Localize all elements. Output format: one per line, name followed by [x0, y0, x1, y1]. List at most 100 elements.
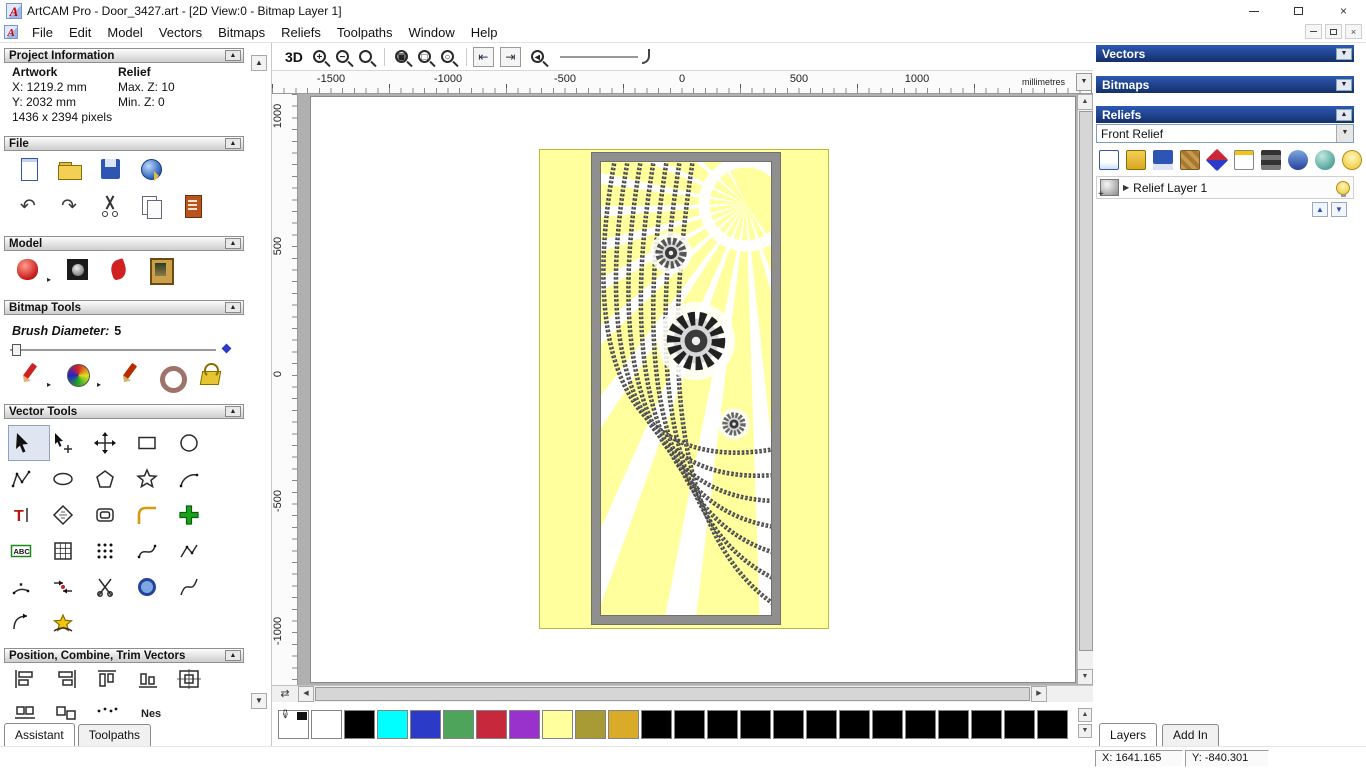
- palette-swatch[interactable]: [509, 710, 540, 739]
- fit-polyline-icon[interactable]: [176, 533, 218, 569]
- align-bottom-icon[interactable]: [135, 668, 161, 690]
- palette-swatch[interactable]: [641, 710, 672, 739]
- trim-vectors-icon[interactable]: [92, 569, 134, 605]
- paint-brush-icon[interactable]: [114, 361, 142, 389]
- rollup-button[interactable]: ▲: [225, 138, 241, 149]
- cut-icon[interactable]: [96, 192, 124, 220]
- eraser-ring-icon[interactable]: [155, 361, 188, 393]
- undo-icon[interactable]: [14, 192, 42, 220]
- block-paste-icon[interactable]: [176, 497, 218, 533]
- snap-right-icon[interactable]: ⇥: [499, 46, 521, 67]
- rollup-button[interactable]: ▲: [225, 50, 241, 61]
- palette-swatch[interactable]: [773, 710, 804, 739]
- fit-arc-icon[interactable]: [8, 569, 50, 605]
- palette-swatch[interactable]: [542, 710, 573, 739]
- save-relief-icon[interactable]: [1153, 150, 1173, 170]
- greyscale-relief-icon[interactable]: [1261, 150, 1281, 170]
- mdi-minimize-button[interactable]: [1305, 24, 1322, 39]
- create-rectangle-icon[interactable]: [134, 425, 176, 461]
- greyscale-from-model-icon[interactable]: [64, 256, 92, 284]
- horizontal-scrollbar[interactable]: ⇄ ◀ ▶: [272, 685, 1093, 702]
- palette-swatch[interactable]: [740, 710, 771, 739]
- relief-selector-dropdown[interactable]: Front Relief ▼: [1096, 124, 1354, 143]
- create-text-icon[interactable]: T: [8, 497, 50, 533]
- open-model-icon[interactable]: [55, 155, 83, 183]
- palette-swatch[interactable]: [707, 710, 738, 739]
- create-circle-icon[interactable]: [176, 425, 218, 461]
- palette-scroll-down-button[interactable]: ▼: [1078, 724, 1092, 738]
- collapse-button[interactable]: ▲: [1336, 108, 1352, 121]
- create-interpolated-icon[interactable]: [134, 569, 176, 605]
- nesting-label[interactable]: Nes: [141, 708, 161, 720]
- tab-assistant[interactable]: Assistant: [4, 723, 75, 746]
- zoom-out-icon[interactable]: [335, 50, 349, 64]
- palette-primary-swatch[interactable]: ✑: [278, 709, 309, 739]
- new-model-icon[interactable]: [14, 155, 42, 183]
- offset-vectors-icon[interactable]: [92, 497, 134, 533]
- select-vectors-icon[interactable]: [8, 425, 50, 461]
- zoom-box-icon[interactable]: [358, 50, 372, 63]
- menu-reliefs[interactable]: Reliefs: [273, 23, 329, 42]
- palette-swatch[interactable]: [905, 710, 936, 739]
- palette-swatch[interactable]: [674, 710, 705, 739]
- create-polygon-icon[interactable]: [92, 461, 134, 497]
- palette-swatch[interactable]: [1037, 710, 1068, 739]
- vertical-scroll-thumb[interactable]: [1079, 111, 1093, 651]
- palette-swatch[interactable]: [311, 710, 342, 739]
- colour-swirl-icon[interactable]: [64, 361, 92, 389]
- palette-swatch[interactable]: [839, 710, 870, 739]
- paste-relief-icon[interactable]: [1234, 150, 1254, 170]
- rollup-button[interactable]: ▲: [225, 302, 241, 313]
- adjust-model-icon[interactable]: [14, 256, 42, 284]
- create-ellipse-icon[interactable]: [50, 461, 92, 497]
- vertical-scrollbar[interactable]: ▲ ▼: [1077, 94, 1093, 685]
- menu-help[interactable]: Help: [463, 23, 506, 42]
- measure-icon[interactable]: [50, 533, 92, 569]
- palette-swatch[interactable]: [377, 710, 408, 739]
- paste-icon[interactable]: [137, 192, 165, 220]
- create-star-icon[interactable]: [134, 461, 176, 497]
- brush-diameter-slider[interactable]: [10, 343, 216, 357]
- rollup-button[interactable]: ▲: [225, 406, 241, 417]
- menu-window[interactable]: Window: [401, 23, 463, 42]
- dropdown-arrow-icon[interactable]: ▼: [1336, 125, 1353, 142]
- align-left-icon[interactable]: [12, 668, 38, 690]
- create-polyline-icon[interactable]: [8, 461, 50, 497]
- fit-spline-icon[interactable]: [176, 569, 218, 605]
- menu-vectors[interactable]: Vectors: [151, 23, 210, 42]
- palette-swatch[interactable]: [1004, 710, 1035, 739]
- palette-swatch[interactable]: [806, 710, 837, 739]
- palette-swatch[interactable]: [872, 710, 903, 739]
- zoom-fit-icon[interactable]: [394, 50, 408, 64]
- vectors-section-header[interactable]: Vectors ▼: [1096, 45, 1354, 62]
- mdi-restore-button[interactable]: [1325, 24, 1342, 39]
- expand-button[interactable]: ▼: [1336, 47, 1352, 60]
- tab-toolpaths[interactable]: Toolpaths: [77, 724, 152, 746]
- model-page[interactable]: [310, 96, 1076, 683]
- align-right-icon[interactable]: [53, 668, 79, 690]
- line-smoothing-slider[interactable]: [559, 55, 638, 58]
- menu-edit[interactable]: Edit: [61, 23, 99, 42]
- expand-button[interactable]: ▼: [1336, 78, 1352, 91]
- create-arc-icon[interactable]: [176, 461, 218, 497]
- transfer-relief-icon[interactable]: [1288, 150, 1308, 170]
- zoom-object-icon[interactable]: [440, 50, 454, 64]
- fillet-vectors-icon[interactable]: [134, 497, 176, 533]
- bitmaps-section-header[interactable]: Bitmaps ▼: [1096, 76, 1354, 93]
- panel-scroll-up-button[interactable]: ▲: [251, 55, 267, 71]
- palette-swatch[interactable]: [608, 710, 639, 739]
- paste-along-icon[interactable]: [53, 703, 79, 721]
- smooth-relief-icon[interactable]: [1315, 150, 1335, 170]
- paste-array-icon[interactable]: [92, 533, 134, 569]
- scroll-left-button[interactable]: ◀: [298, 686, 314, 702]
- new-relief-icon[interactable]: [1099, 150, 1119, 170]
- load-bitmap-icon[interactable]: [146, 256, 175, 285]
- scroll-up-button[interactable]: ▲: [1077, 94, 1093, 110]
- dot-spacing-icon[interactable]: [94, 703, 120, 721]
- flyout-arrow-icon[interactable]: ▸: [47, 275, 51, 284]
- palette-swatch[interactable]: [476, 710, 507, 739]
- relief-layer-name[interactable]: Relief Layer 1: [1133, 181, 1332, 195]
- mirror-vectors-icon[interactable]: [8, 605, 50, 641]
- relief-preview-icon[interactable]: [105, 256, 133, 284]
- tab-layers[interactable]: Layers: [1099, 723, 1158, 746]
